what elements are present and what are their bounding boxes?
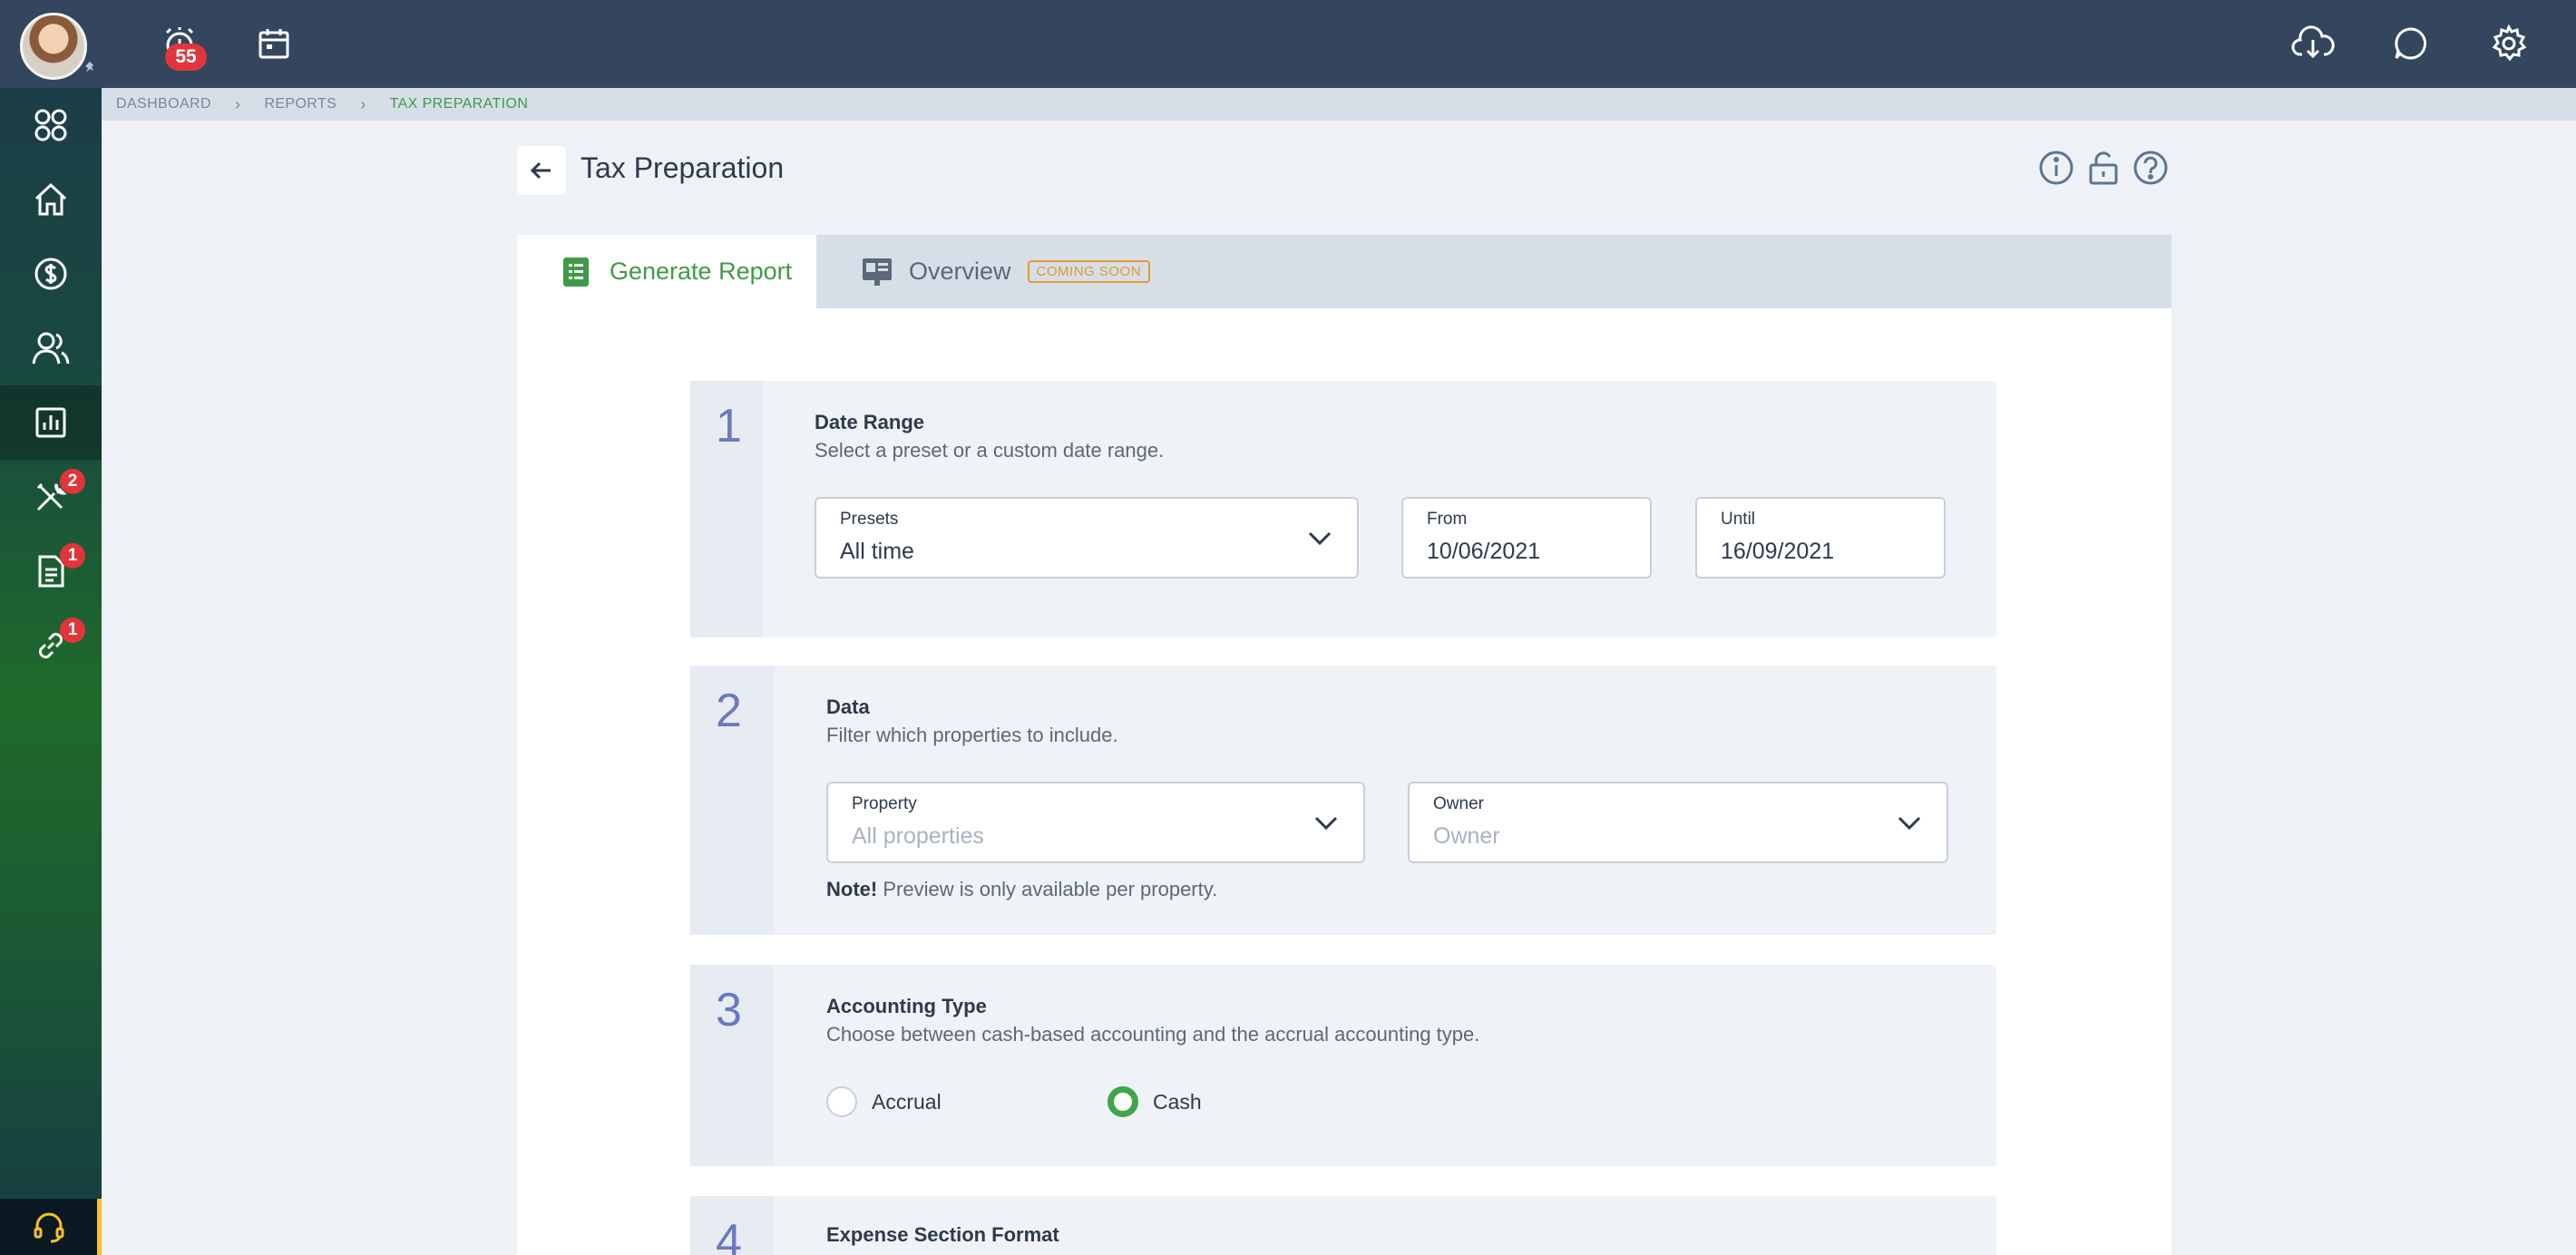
section-title: Expense Section Format bbox=[826, 1223, 1059, 1246]
nav-finance[interactable] bbox=[0, 237, 102, 311]
page-title: Tax Preparation bbox=[581, 151, 785, 184]
alarm-badge: 55 bbox=[165, 44, 207, 71]
chevron-right-icon: › bbox=[234, 94, 241, 113]
owner-label: Owner bbox=[1433, 794, 1484, 813]
integrations-badge: 1 bbox=[60, 618, 85, 643]
until-date-field[interactable]: Until 16/09/2021 bbox=[1695, 497, 1946, 579]
section-accounting-type: 3 Accounting Type Choose between cash-ba… bbox=[690, 965, 1996, 1166]
support-button[interactable] bbox=[0, 1199, 102, 1255]
preview-note: Note! Preview is only available per prop… bbox=[826, 878, 1217, 901]
tab-generate-report[interactable]: Generate Report bbox=[517, 235, 816, 308]
calendar-icon[interactable] bbox=[250, 20, 298, 67]
section-subtitle: Choose between cash-based accounting and… bbox=[826, 1023, 1480, 1046]
unlock-icon[interactable] bbox=[2084, 149, 2122, 187]
dollar-icon bbox=[34, 258, 67, 290]
settings-gear-icon[interactable] bbox=[2485, 20, 2532, 67]
chevron-right-icon: › bbox=[360, 94, 366, 113]
nav-documents[interactable]: 1 bbox=[0, 534, 102, 608]
radio-cash[interactable]: Cash bbox=[1107, 1086, 1202, 1117]
overview-card-icon bbox=[863, 258, 892, 286]
presets-select[interactable]: Presets All time bbox=[815, 497, 1359, 579]
breadcrumb-current: TAX PREPARATION bbox=[389, 96, 529, 112]
from-date-field[interactable]: From 10/06/2021 bbox=[1401, 497, 1652, 579]
tab-generate-label: Generate Report bbox=[610, 258, 793, 285]
nav-home[interactable] bbox=[0, 162, 102, 237]
documents-badge: 1 bbox=[60, 543, 85, 569]
arrow-left-icon bbox=[530, 161, 551, 180]
owner-select[interactable]: Owner Owner bbox=[1408, 782, 1948, 863]
breadcrumb: DASHBOARD › REPORTS › TAX PREPARATION bbox=[102, 88, 2576, 121]
chevron-down-icon bbox=[1314, 816, 1338, 831]
headset-icon bbox=[34, 1212, 63, 1243]
radio-circle-selected bbox=[1107, 1086, 1138, 1117]
help-question-icon[interactable] bbox=[2132, 149, 2170, 187]
radio-circle bbox=[826, 1086, 857, 1117]
coming-soon-badge: COMING SOON bbox=[1027, 260, 1151, 283]
section-expense-format: 4 Expense Section Format bbox=[690, 1196, 1996, 1255]
left-nav-rail: 2 1 1 bbox=[0, 88, 102, 1255]
until-value: 16/09/2021 bbox=[1721, 539, 1835, 564]
property-placeholder: All properties bbox=[852, 823, 984, 849]
step-number: 1 bbox=[716, 400, 742, 452]
section-data: 2 Data Filter which properties to includ… bbox=[690, 666, 1996, 935]
pin-icon bbox=[85, 62, 93, 73]
report-card: Generate Report Overview COMING SOON 1 D… bbox=[517, 235, 2171, 1255]
apps-grid-icon bbox=[34, 109, 67, 141]
radio-label: Cash bbox=[1153, 1089, 1202, 1114]
presets-label: Presets bbox=[840, 510, 899, 529]
nav-people[interactable] bbox=[0, 311, 102, 385]
breadcrumb-reports[interactable]: REPORTS bbox=[264, 96, 337, 112]
owner-placeholder: Owner bbox=[1433, 823, 1500, 849]
chevron-down-icon bbox=[1308, 531, 1332, 546]
from-label: From bbox=[1427, 510, 1468, 529]
property-label: Property bbox=[852, 794, 917, 813]
reports-chart-icon bbox=[35, 407, 66, 438]
section-date-range: 1 Date Range Select a preset or a custom… bbox=[690, 381, 1996, 637]
tab-overview-label: Overview bbox=[909, 258, 1011, 285]
nav-apps[interactable] bbox=[0, 88, 102, 162]
section-subtitle: Filter which properties to include. bbox=[826, 724, 1118, 746]
nav-integrations[interactable]: 1 bbox=[0, 608, 102, 683]
step-number: 3 bbox=[716, 984, 742, 1036]
top-bar: 55 bbox=[0, 0, 2576, 88]
report-tabs: Generate Report Overview COMING SOON bbox=[517, 235, 2171, 308]
maintenance-badge: 2 bbox=[60, 469, 85, 494]
breadcrumb-dashboard[interactable]: DASHBOARD bbox=[116, 96, 211, 112]
info-icon[interactable] bbox=[2037, 149, 2075, 187]
property-select[interactable]: Property All properties bbox=[826, 782, 1365, 863]
until-label: Until bbox=[1721, 510, 1756, 529]
step-number: 2 bbox=[716, 685, 742, 737]
section-subtitle: Select a preset or a custom date range. bbox=[815, 439, 1165, 462]
section-title: Accounting Type bbox=[826, 995, 987, 1017]
user-avatar[interactable] bbox=[20, 13, 87, 80]
nav-maintenance[interactable]: 2 bbox=[0, 460, 102, 534]
note-text: Preview is only available per property. bbox=[883, 878, 1218, 900]
from-value: 10/06/2021 bbox=[1427, 539, 1541, 564]
chevron-down-icon bbox=[1898, 816, 1921, 831]
radio-label: Accrual bbox=[872, 1089, 942, 1114]
home-icon bbox=[34, 182, 67, 216]
note-label: Note! bbox=[826, 878, 878, 900]
section-title: Date Range bbox=[815, 411, 925, 433]
people-icon bbox=[32, 332, 70, 365]
tab-overview[interactable]: Overview COMING SOON bbox=[862, 235, 1151, 308]
step-number: 4 bbox=[716, 1215, 742, 1255]
radio-accrual[interactable]: Accrual bbox=[826, 1086, 942, 1117]
report-sheet-icon bbox=[563, 257, 589, 287]
cloud-download-icon[interactable] bbox=[2289, 20, 2337, 67]
chat-icon[interactable] bbox=[2387, 20, 2435, 67]
nav-reports[interactable] bbox=[0, 385, 102, 460]
back-button[interactable] bbox=[517, 146, 566, 195]
presets-value: All time bbox=[840, 539, 914, 564]
section-title: Data bbox=[826, 696, 870, 718]
